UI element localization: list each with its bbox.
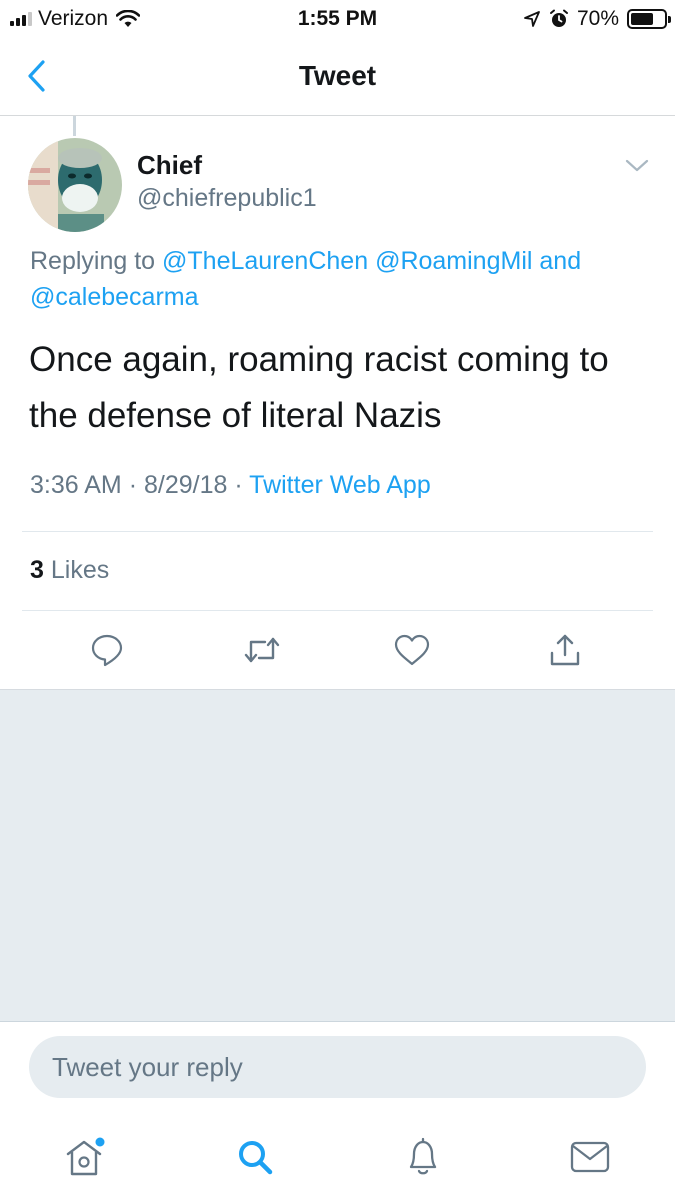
author-handle[interactable]: @chiefrepublic1 (137, 184, 317, 213)
tab-messages[interactable] (565, 1132, 615, 1182)
reply-composer[interactable] (29, 1036, 646, 1098)
navigation-bar: Tweet (0, 38, 675, 116)
retweet-icon (244, 637, 280, 663)
status-bar: Verizon 1:55 PM 70% (0, 0, 675, 38)
mention-link[interactable]: @calebecarma (30, 283, 199, 311)
likes-number: 3 (30, 556, 44, 584)
share-icon (550, 634, 580, 666)
retweet-button[interactable] (240, 628, 284, 672)
replying-prefix: Replying to (30, 247, 156, 275)
tab-search[interactable] (230, 1132, 280, 1182)
divider (22, 610, 653, 611)
tab-bar (0, 1124, 675, 1194)
tweet-time: 3:36 AM (30, 471, 122, 499)
tab-notifications[interactable] (398, 1132, 448, 1182)
divider (22, 531, 653, 532)
tweet-source-link[interactable]: Twitter Web App (249, 471, 431, 499)
tweet-actions (0, 628, 675, 672)
alarm-icon (549, 9, 568, 27)
battery-percent: 70% (576, 7, 619, 30)
reply-input[interactable] (29, 1036, 646, 1098)
author-name[interactable]: Chief (137, 150, 202, 181)
likes-count[interactable]: 3 Likes (30, 556, 109, 585)
likes-label: Likes (50, 556, 110, 584)
reply-icon (91, 634, 123, 667)
avatar[interactable] (28, 138, 122, 232)
tweet-metadata: 3:36 AM · 8/29/18 · Twitter Web App (30, 471, 431, 500)
home-icon (66, 1137, 105, 1176)
replying-to: Replying to @TheLaurenChen @RoamingMil a… (30, 243, 650, 315)
empty-replies-area (0, 689, 675, 1022)
reply-button[interactable] (85, 628, 129, 672)
page-title: Tweet (298, 60, 377, 91)
mention-link[interactable]: @RoamingMil (375, 247, 532, 275)
meta-separator: · (128, 471, 138, 499)
thread-connector-line (73, 116, 76, 136)
like-icon (394, 634, 430, 666)
notifications-icon (409, 1137, 437, 1175)
mention-link[interactable]: @TheLaurenChen (162, 247, 368, 275)
tweet-text: Once again, roaming racist coming to the… (29, 340, 609, 435)
location-icon (524, 11, 540, 27)
messages-icon (570, 1141, 610, 1173)
search-icon (239, 1141, 273, 1175)
like-button[interactable] (390, 628, 434, 672)
tweet-options-button[interactable] (624, 158, 650, 179)
battery-icon (627, 9, 671, 29)
tweet-date: 8/29/18 (143, 471, 228, 499)
tab-home[interactable] (60, 1132, 110, 1182)
avatar-image (28, 138, 122, 232)
mention-joiner[interactable]: and (539, 247, 581, 275)
chevron-down-icon (625, 159, 649, 172)
share-button[interactable] (543, 628, 587, 672)
meta-separator: · (234, 471, 243, 499)
